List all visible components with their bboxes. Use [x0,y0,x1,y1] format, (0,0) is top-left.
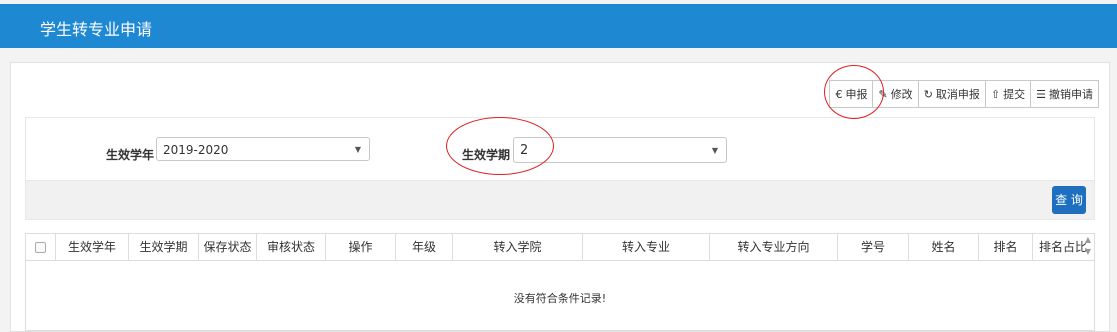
withdraw-application-button[interactable]: ☰ 撤销申请 [1030,80,1099,108]
column-header[interactable]: 转入专业方向 [710,234,838,260]
effective-year-label: 生效学年 [106,148,155,162]
scrollbar[interactable]: ▲ ▼ [1082,234,1094,260]
filter-area: 生效学年 2019-2020 ▼ 生效学期 2 ▼ [25,117,1095,180]
app-header: 学生转专业申请 [0,4,1117,48]
annotation-circle [824,65,884,119]
effective-year-value: 2019-2020 [163,143,229,157]
annotation-circle [446,117,554,175]
query-button[interactable]: 查 询 [1052,186,1086,214]
page-title: 学生转专业申请 [40,20,153,39]
dropdown-arrow-icon: ▼ [711,146,718,155]
submit-label: 提交 [1003,88,1026,101]
dropdown-arrow-icon: ▼ [354,145,361,154]
table-header: 生效学年 生效学期 保存状态 审核状态 操作 年级 转入学院 转入专业 转入专业… [26,234,1094,261]
column-header[interactable]: 转入学院 [453,234,583,260]
refresh-icon: ↻ [923,87,933,101]
column-header[interactable]: 排名 [979,234,1033,260]
column-header[interactable]: 审核状态 [257,234,326,260]
scroll-up-icon[interactable]: ▲ [1082,234,1094,246]
submit-button[interactable]: ⇧ 提交 [984,80,1032,108]
cancel-declare-label: 取消申报 [935,88,980,101]
empty-message: 没有符合条件记录! [513,292,607,305]
modify-label: 修改 [890,88,913,101]
query-bar: 查 询 [25,180,1095,220]
list-icon: ☰ [1036,87,1046,101]
column-header[interactable]: 转入专业 [583,234,710,260]
select-all-checkbox-cell[interactable] [26,234,56,260]
column-header[interactable]: 年级 [396,234,453,260]
cancel-declare-button[interactable]: ↻ 取消申报 [917,80,986,108]
scroll-down-icon[interactable]: ▼ [1082,246,1094,258]
column-header[interactable]: 生效学期 [129,234,199,260]
upload-icon: ⇧ [990,87,1001,101]
main-panel: € 申报 ✎ 修改 ↻ 取消申报 ⇧ 提交 ☰ 撤销申请 生效学年 2019-2… [10,62,1110,332]
column-header[interactable]: 操作 [326,234,396,260]
select-all-checkbox[interactable] [35,242,46,253]
effective-year-select[interactable]: 2019-2020 ▼ [156,137,370,161]
column-header[interactable]: 学号 [838,234,909,260]
withdraw-application-label: 撤销申请 [1049,88,1093,101]
column-header[interactable]: 保存状态 [199,234,257,260]
column-header[interactable]: 姓名 [909,234,979,260]
results-table: 生效学年 生效学期 保存状态 审核状态 操作 年级 转入学院 转入专业 转入专业… [25,233,1095,331]
column-header[interactable]: 生效学年 [56,234,129,260]
